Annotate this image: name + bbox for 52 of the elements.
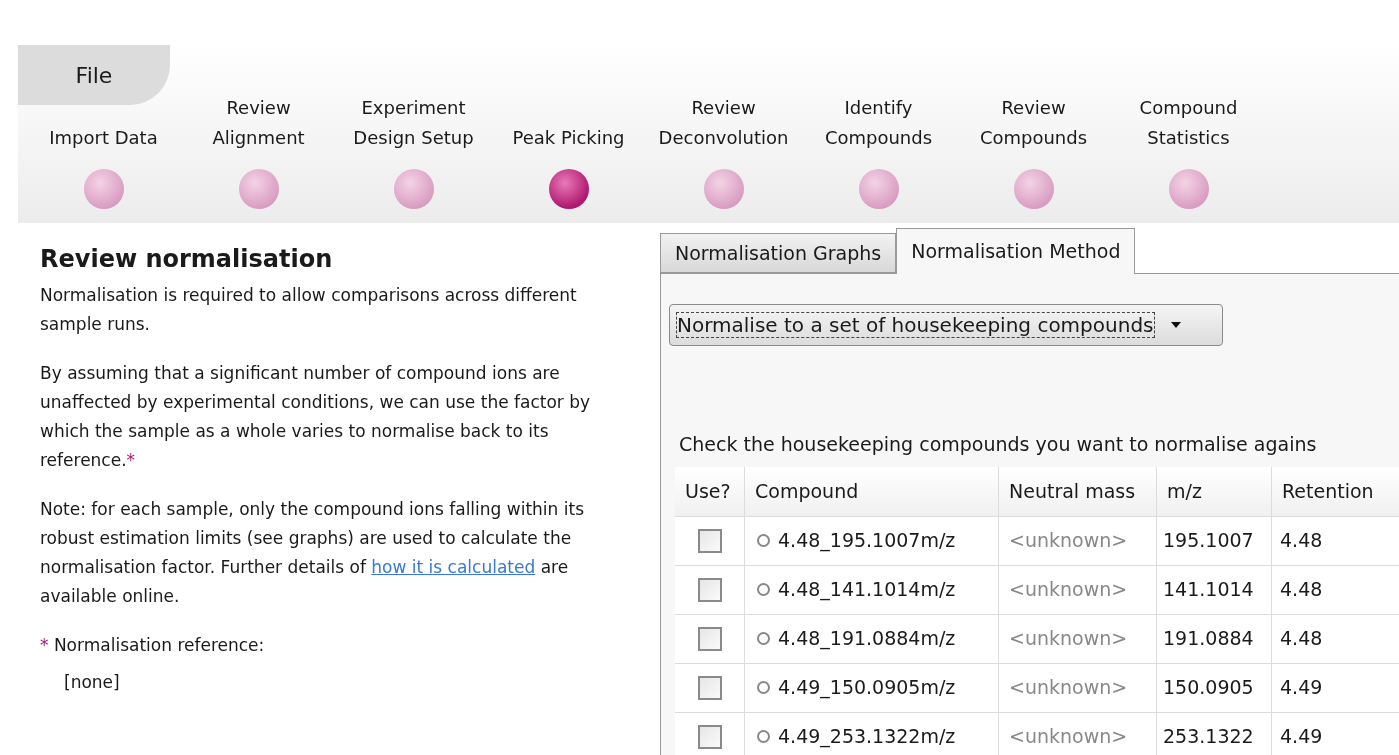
- table-cell-text: 253.1322: [1163, 724, 1254, 750]
- step-label: Review Deconvolution: [658, 96, 789, 150]
- method-dropdown[interactable]: Normalise to a set of housekeeping compounds: [669, 304, 1223, 346]
- table-cell-text: 4.49_150.0905m/z: [778, 675, 956, 701]
- step-label: Compound Statistics: [1139, 96, 1238, 150]
- step-label: Experiment Design Setup: [353, 96, 474, 150]
- column-header[interactable]: m/z: [1167, 476, 1202, 506]
- section-heading: Review normalisation: [40, 244, 334, 275]
- reference-value: [none]: [64, 672, 120, 692]
- table-cell-text: 150.0905: [1163, 675, 1254, 701]
- table-cell-text: 4.49: [1280, 724, 1323, 750]
- use-checkbox[interactable]: [697, 675, 722, 700]
- use-checkbox[interactable]: [697, 724, 722, 749]
- table-cell-text: 191.0884: [1163, 626, 1254, 652]
- table-cell-text: <unknown>: [1009, 675, 1128, 701]
- reference-label: Normalisation reference:: [53, 635, 265, 655]
- table-cell-text: <unknown>: [1009, 577, 1128, 603]
- table-cell-text: 4.48_195.1007m/z: [778, 528, 956, 554]
- use-checkbox[interactable]: [697, 626, 722, 651]
- paragraph: Normalisation is required to allow comparisons across different sample runs.: [40, 284, 578, 336]
- table-cell-text: 141.1014: [1163, 577, 1254, 603]
- help-link[interactable]: how it is calculated: [371, 557, 536, 577]
- paragraph: Note: for each sample, only the compound ions falling within its robust estimation limits (see graphs) are used to calculate the normalisation factor. Further details of how it is calculated are available online.: [40, 498, 585, 608]
- table-cell-text: 4.49: [1280, 675, 1323, 701]
- step-label: Import Data: [49, 126, 158, 150]
- use-checkbox[interactable]: [697, 577, 722, 602]
- use-checkbox[interactable]: [697, 528, 722, 553]
- column-header[interactable]: Compound: [755, 476, 859, 506]
- file-tab[interactable]: File: [18, 45, 170, 105]
- instruction-text: Check the housekeeping compounds you want to normalise agains: [679, 433, 1317, 455]
- step-label: Review Alignment: [212, 96, 305, 150]
- step-label: Review Compounds: [979, 96, 1088, 150]
- step-label: Identify Compounds: [824, 96, 933, 150]
- table-cell-text: 4.48_191.0884m/z: [778, 626, 956, 652]
- table-cell-text: 4.48: [1280, 528, 1323, 554]
- table-cell-text: 4.48: [1280, 626, 1323, 652]
- step-label: Peak Picking: [512, 126, 625, 150]
- table-cell-text: 4.48_141.1014m/z: [778, 577, 956, 603]
- table-cell-text: <unknown>: [1009, 724, 1128, 750]
- footnote-mark: *: [40, 635, 49, 655]
- column-header[interactable]: Use?: [685, 476, 731, 506]
- column-header[interactable]: Neutral mass: [1009, 476, 1136, 506]
- table-cell-text: 4.48: [1280, 577, 1323, 603]
- table-cell-text: <unknown>: [1009, 528, 1128, 554]
- dropdown-arrow-icon: [1170, 322, 1181, 328]
- tab[interactable]: Normalisation Graphs: [660, 233, 897, 273]
- tab[interactable]: Normalisation Method: [896, 228, 1136, 274]
- table-cell-text: 195.1007: [1163, 528, 1254, 554]
- table-cell-text: <unknown>: [1009, 626, 1128, 652]
- column-header[interactable]: Retention: [1282, 476, 1374, 506]
- table-cell-text: 4.49_253.1322m/z: [778, 724, 956, 750]
- paragraph: By assuming that a significant number of compound ions are unaffected by experimental conditions, we can use the factor by which the sample as a whole varies to normalise back to its reference.*: [40, 362, 592, 472]
